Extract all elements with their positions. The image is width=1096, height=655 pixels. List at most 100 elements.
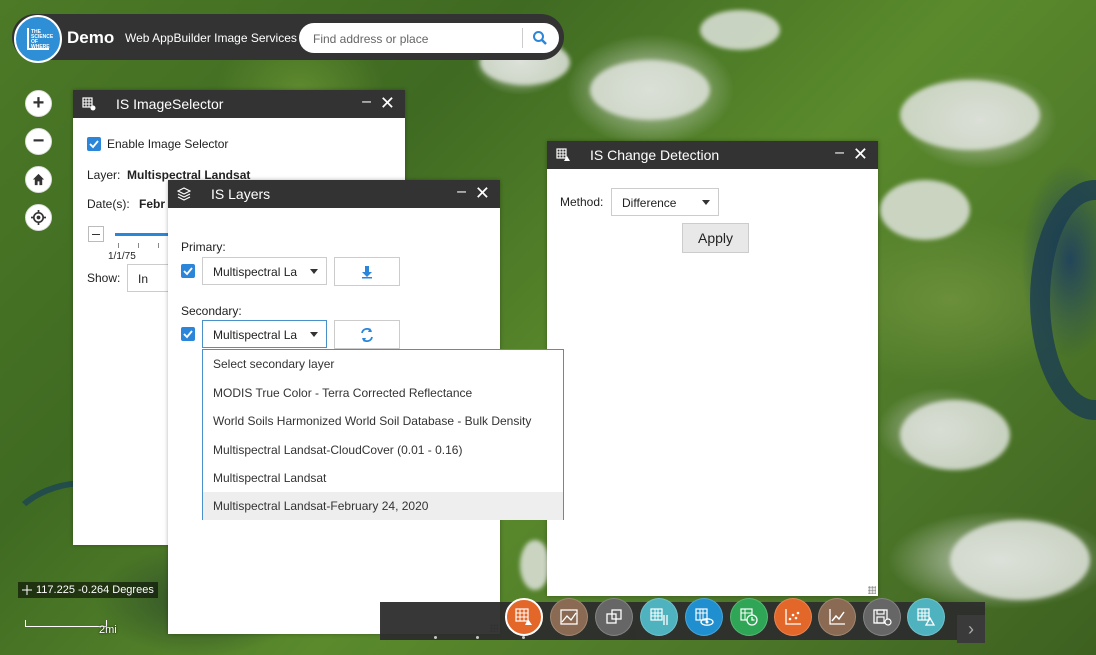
logo: THE SCIENCE OF WHERE: [14, 15, 62, 63]
resize-handle[interactable]: [868, 586, 876, 594]
slider-tick: [118, 243, 119, 248]
show-select-value: In: [138, 272, 149, 286]
dock-layers-swap-icon[interactable]: [595, 598, 633, 636]
close-button[interactable]: ✕: [853, 144, 868, 165]
dropdown-option[interactable]: World Soils Harmonized World Soil Databa…: [203, 407, 563, 435]
scale-bar: [25, 620, 107, 627]
line-chart-icon: [829, 609, 845, 625]
primary-layer-action-button[interactable]: [334, 257, 400, 286]
slider-decrement-button[interactable]: [88, 226, 104, 242]
chevron-down-icon: [310, 269, 318, 274]
method-select-value: Difference: [622, 196, 677, 210]
coordinate-readout[interactable]: 117.225 -0.264 Degrees: [18, 582, 158, 598]
scatter-dots-icon: [785, 609, 801, 625]
dock-image-chart-icon[interactable]: [550, 598, 588, 636]
slider-tick: [138, 243, 139, 248]
secondary-layer-select-value: Multispectral La: [213, 328, 298, 342]
dock-save-settings-icon[interactable]: [863, 598, 901, 636]
scatter-plot-icon: [515, 608, 532, 625]
layer-label: Layer:: [87, 168, 121, 182]
search-button[interactable]: [527, 26, 553, 50]
chevron-right-icon: ›: [968, 618, 974, 639]
search-divider: [522, 28, 523, 48]
dock-scatter-plot-icon[interactable]: [505, 598, 543, 636]
primary-label: Primary:: [181, 240, 226, 254]
dropdown-option[interactable]: MODIS True Color - Terra Corrected Refle…: [203, 379, 563, 407]
dropdown-option-selected[interactable]: Multispectral Landsat-February 24, 2020: [203, 492, 563, 520]
dock-scatter-dots-icon[interactable]: [774, 598, 812, 636]
close-button[interactable]: ✕: [380, 93, 395, 114]
primary-layer-checkbox[interactable]: [181, 264, 195, 278]
grid-settings-icon: [82, 97, 96, 111]
panel-title-bar[interactable]: IS Layers – ✕: [168, 180, 500, 208]
grid-change-icon: [556, 148, 570, 161]
coordinate-text: 117.225 -0.264 Degrees: [36, 584, 154, 596]
apply-button[interactable]: Apply: [682, 223, 749, 253]
enable-image-selector-checkbox[interactable]: [87, 137, 101, 151]
grid-settings-icon: [650, 608, 668, 625]
layers-icon: [177, 187, 191, 201]
method-label: Method:: [560, 195, 604, 209]
dock-page-dot[interactable]: [476, 636, 479, 639]
grid-change-icon: [917, 608, 936, 626]
checkmark-icon: [183, 330, 193, 339]
home-icon: [32, 173, 45, 186]
secondary-layer-select[interactable]: Multispectral La: [202, 320, 327, 348]
swap-icon: [361, 327, 373, 342]
enable-image-selector-label: Enable Image Selector: [107, 137, 229, 151]
panel-title-bar[interactable]: IS ImageSelector – ✕: [73, 90, 405, 118]
panel-title: IS Change Detection: [590, 147, 720, 163]
dock-grid-eye-icon[interactable]: [685, 598, 723, 636]
minimize-button[interactable]: –: [457, 183, 466, 201]
primary-layer-select-value: Multispectral La: [213, 265, 298, 279]
locate-icon: [31, 210, 46, 225]
chevron-down-icon: [310, 332, 318, 337]
zoom-in-button[interactable]: +: [25, 90, 52, 117]
dock-grid-change-icon[interactable]: [907, 598, 945, 636]
dock-line-chart-icon[interactable]: [818, 598, 856, 636]
dropdown-option[interactable]: Multispectral Landsat: [203, 464, 563, 492]
layers-swap-icon: [606, 609, 622, 624]
minimize-button[interactable]: –: [362, 93, 371, 111]
dock-grid-clock-icon[interactable]: [730, 598, 768, 636]
home-button[interactable]: [25, 166, 52, 193]
swap-layers-button[interactable]: [334, 320, 400, 349]
plus-icon: +: [32, 92, 45, 114]
locate-button[interactable]: [25, 204, 52, 231]
dock-next-button[interactable]: ›: [957, 615, 985, 643]
dropdown-option[interactable]: Multispectral Landsat-CloudCover (0.01 -…: [203, 436, 563, 464]
secondary-layer-dropdown: Select secondary layer MODIS True Color …: [202, 349, 564, 520]
primary-layer-select[interactable]: Multispectral La: [202, 257, 327, 285]
zoom-out-button[interactable]: −: [25, 128, 52, 155]
search-input[interactable]: [311, 29, 515, 49]
secondary-label: Secondary:: [181, 304, 242, 318]
app-subtitle: Web AppBuilder Image Services: [125, 31, 297, 45]
app-title: Demo: [67, 28, 115, 47]
dates-value: Febr: [139, 197, 166, 211]
minus-icon: [92, 233, 100, 235]
search-icon: [533, 31, 547, 45]
checkmark-icon: [183, 267, 193, 276]
secondary-layer-checkbox[interactable]: [181, 327, 195, 341]
panel-title: IS Layers: [211, 186, 271, 202]
show-label: Show:: [87, 271, 121, 285]
method-select[interactable]: Difference: [611, 188, 719, 216]
slider-tick: [158, 243, 159, 248]
dropdown-option[interactable]: Select secondary layer: [203, 350, 563, 378]
save-settings-icon: [873, 609, 892, 626]
chevron-down-icon: [702, 200, 710, 205]
dock-page-dot[interactable]: [522, 636, 525, 639]
grid-clock-icon: [740, 608, 758, 626]
dock-page-dot[interactable]: [434, 636, 437, 639]
crosshair-icon: [22, 585, 32, 595]
checkmark-icon: [89, 140, 99, 149]
panel-title-bar[interactable]: IS Change Detection – ✕: [547, 141, 878, 169]
dates-label: Date(s):: [87, 197, 130, 211]
minimize-button[interactable]: –: [835, 144, 844, 162]
dock-grid-settings-icon[interactable]: [640, 598, 678, 636]
scale-label: 2mi: [99, 624, 117, 636]
close-button[interactable]: ✕: [475, 183, 490, 204]
panel-title: IS ImageSelector: [116, 96, 224, 112]
grid-eye-icon: [695, 608, 714, 626]
date-slider[interactable]: [115, 233, 170, 236]
